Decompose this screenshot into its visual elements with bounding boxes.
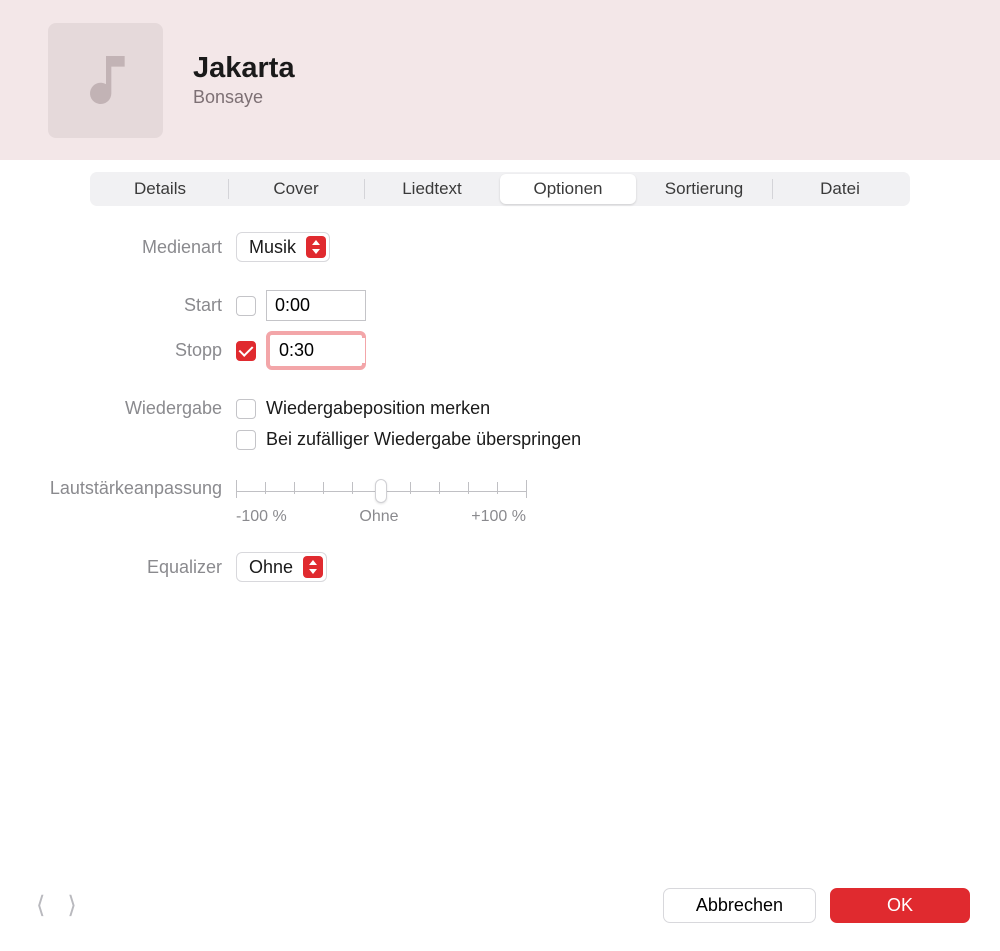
info-header: Jakarta Bonsaye <box>0 0 1000 160</box>
volume-min-label: -100 % <box>236 508 287 526</box>
ok-button[interactable]: OK <box>830 888 970 923</box>
nav-arrows: ⟨ ⟩ <box>36 891 77 920</box>
equalizer-popup[interactable]: Ohne <box>236 552 327 582</box>
remember-position-row[interactable]: Wiedergabeposition merken <box>236 398 581 419</box>
stepper-icon <box>306 236 326 258</box>
tab-details[interactable]: Details <box>92 174 228 204</box>
start-time-input[interactable] <box>266 290 366 321</box>
row-media-kind: Medienart Musik <box>36 232 964 262</box>
volume-slider[interactable]: -100 % Ohne +100 % <box>236 478 526 526</box>
start-checkbox[interactable] <box>236 296 256 316</box>
footer-bar: ⟨ ⟩ Abbrechen OK <box>0 868 1000 951</box>
skip-shuffle-checkbox[interactable] <box>236 430 256 450</box>
row-equalizer: Equalizer Ohne <box>36 552 964 582</box>
music-note-icon <box>74 48 138 112</box>
remember-position-label: Wiedergabeposition merken <box>266 398 490 419</box>
media-kind-value: Musik <box>249 237 296 258</box>
tab-options[interactable]: Optionen <box>500 174 636 204</box>
remember-position-checkbox[interactable] <box>236 399 256 419</box>
stop-time-highlight <box>266 331 366 370</box>
label-start: Start <box>36 295 236 316</box>
volume-max-label: +100 % <box>471 508 526 526</box>
stepper-icon <box>303 556 323 578</box>
options-form: Medienart Musik Start Stopp Wiedergabe <box>36 232 964 582</box>
stop-checkbox[interactable] <box>236 341 256 361</box>
tabs-bar: Details Cover Liedtext Optionen Sortieru… <box>90 172 910 206</box>
tab-sorting[interactable]: Sortierung <box>636 174 772 204</box>
row-stop: Stopp <box>36 331 964 370</box>
label-volume: Lautstärkeanpassung <box>36 478 236 499</box>
tab-file[interactable]: Datei <box>772 174 908 204</box>
row-playback: Wiedergabe Wiedergabeposition merken Bei… <box>36 398 964 450</box>
next-item-button[interactable]: ⟩ <box>67 891 76 920</box>
prev-item-button[interactable]: ⟨ <box>36 891 45 920</box>
tab-cover[interactable]: Cover <box>228 174 364 204</box>
skip-shuffle-row[interactable]: Bei zufälliger Wiedergabe überspringen <box>236 429 581 450</box>
album-artwork <box>48 23 163 138</box>
label-equalizer: Equalizer <box>36 557 236 578</box>
row-volume: Lautstärkeanpassung <box>36 478 964 526</box>
artist-name: Bonsaye <box>193 87 295 108</box>
row-start: Start <box>36 290 964 321</box>
title-block: Jakarta Bonsaye <box>193 52 295 108</box>
skip-shuffle-label: Bei zufälliger Wiedergabe überspringen <box>266 429 581 450</box>
track-title: Jakarta <box>193 52 295 85</box>
tab-lyrics[interactable]: Liedtext <box>364 174 500 204</box>
stop-time-input[interactable] <box>273 338 365 363</box>
label-playback: Wiedergabe <box>36 398 236 419</box>
equalizer-value: Ohne <box>249 557 293 578</box>
label-stop: Stopp <box>36 340 236 361</box>
volume-mid-label: Ohne <box>359 508 398 526</box>
cancel-button[interactable]: Abbrechen <box>663 888 816 923</box>
label-media-kind: Medienart <box>36 237 236 258</box>
media-kind-popup[interactable]: Musik <box>236 232 330 262</box>
volume-knob[interactable] <box>375 479 387 503</box>
